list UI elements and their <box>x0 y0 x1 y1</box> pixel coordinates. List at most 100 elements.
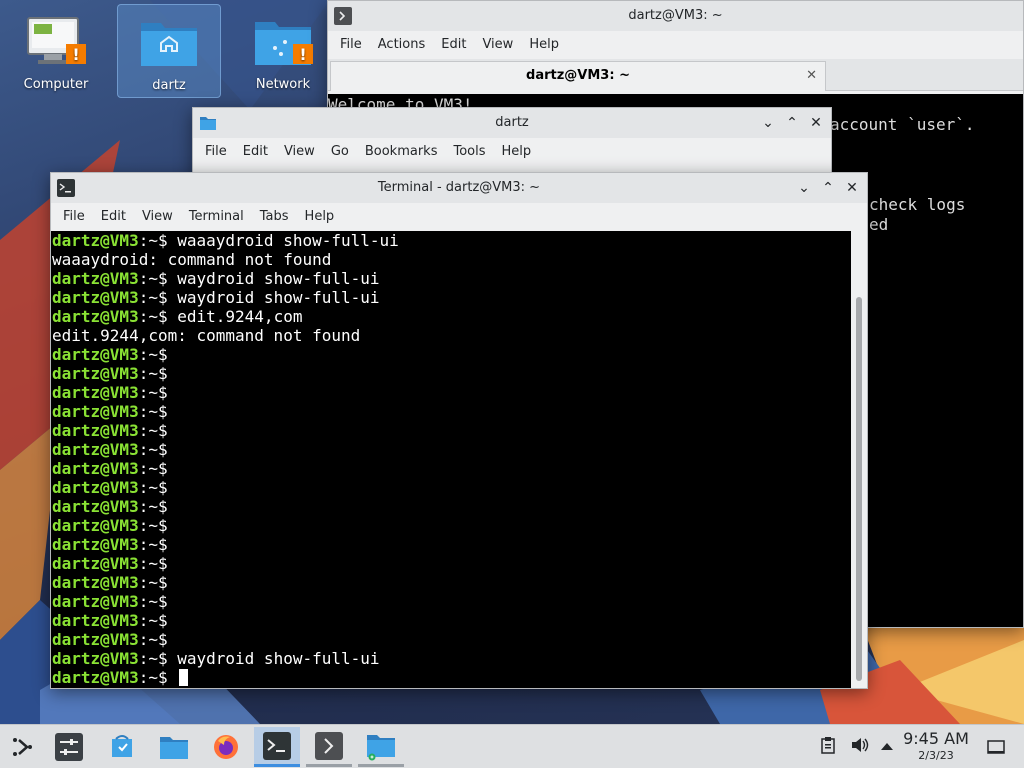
konsole-tabbar: dartz@VM3: ~ ✕ <box>328 59 1023 91</box>
tab-close-icon[interactable]: ✕ <box>806 62 817 90</box>
prompt-user-host: dartz@VM3 <box>52 497 139 516</box>
minimize-icon[interactable]: ⌄ <box>795 178 813 198</box>
command-text: waydroid show-full-ui <box>177 288 380 307</box>
terminal-line: dartz@VM3:~$ <box>52 630 399 649</box>
application-launcher[interactable] <box>0 727 46 767</box>
maximize-icon[interactable]: ⌃ <box>819 178 837 198</box>
prompt-path: :~$ <box>138 231 178 250</box>
volume-icon[interactable] <box>850 736 872 758</box>
prompt-user-host: dartz@VM3 <box>52 383 139 402</box>
prompt-path: :~$ <box>138 402 178 421</box>
taskbar-file-manager[interactable] <box>151 727 197 767</box>
desktop-icon-label: Computer <box>23 77 89 92</box>
terminal-line: waaaydroid: command not found <box>52 250 399 269</box>
menu-tools[interactable]: Tools <box>445 138 493 166</box>
terminal-line: dartz@VM3:~$ <box>52 592 399 611</box>
menu-go[interactable]: Go <box>323 138 357 166</box>
terminal-line: dartz@VM3:~$ <box>52 573 399 592</box>
prompt-path: :~$ <box>138 535 178 554</box>
desktop-icon-label: dartz <box>152 78 186 93</box>
command-text: waaaydroid show-full-ui <box>177 231 399 250</box>
menu-edit[interactable]: Edit <box>433 31 474 59</box>
window-title: dartz@VM3: ~ <box>628 8 723 23</box>
menu-view[interactable]: View <box>134 203 181 231</box>
svg-text:!: ! <box>72 45 79 64</box>
terminal-lines: dartz@VM3:~$ waaaydroid show-full-ui waaa… <box>52 231 399 687</box>
terminal-line: dartz@VM3:~$ <box>52 497 399 516</box>
desktop-icon-home-folder[interactable]: dartz <box>117 4 221 98</box>
home-folder-icon <box>137 11 201 75</box>
menu-view[interactable]: View <box>276 138 323 166</box>
digital-clock[interactable]: 9:45 AM 2/3/23 <box>896 729 976 763</box>
prompt-user-host: dartz@VM3 <box>52 630 139 649</box>
terminal-output[interactable]: dartz@VM3:~$ waaaydroid show-full-ui waaa… <box>51 231 867 688</box>
taskbar-firefox[interactable] <box>203 727 249 767</box>
file-manager-titlebar[interactable]: dartz ⌄ ⌃ ✕ <box>193 108 831 138</box>
command-text: waydroid show-full-ui <box>177 649 380 668</box>
firefox-icon <box>214 735 238 759</box>
terminal-line: dartz@VM3:~$ <box>52 421 399 440</box>
close-icon[interactable]: ✕ <box>843 178 861 198</box>
menu-file[interactable]: File <box>332 31 370 59</box>
menu-file[interactable]: File <box>197 138 235 166</box>
menu-tabs[interactable]: Tabs <box>252 203 297 231</box>
menu-view[interactable]: View <box>474 31 521 59</box>
prompt-path: :~$ <box>138 649 178 668</box>
svg-text:!: ! <box>299 45 306 64</box>
menu-edit[interactable]: Edit <box>235 138 276 166</box>
prompt-user-host: dartz@VM3 <box>52 307 139 326</box>
prompt-path: :~$ <box>138 516 178 535</box>
taskbar-system-settings[interactable] <box>46 727 92 767</box>
taskbar-konsole[interactable] <box>306 727 352 767</box>
prompt-user-host: dartz@VM3 <box>52 269 139 288</box>
prompt-user-host: dartz@VM3 <box>52 459 139 478</box>
command-text: waydroid show-full-ui <box>177 269 380 288</box>
konsole-titlebar[interactable]: dartz@VM3: ~ <box>328 1 1023 31</box>
window-title: dartz <box>495 115 529 130</box>
terminal-line: dartz@VM3:~$ <box>52 535 399 554</box>
clock-date: 2/3/23 <box>918 749 954 762</box>
terminal-line: dartz@VM3:~$ <box>52 345 399 364</box>
menu-help[interactable]: Help <box>521 31 567 59</box>
terminal-window[interactable]: Terminal - dartz@VM3: ~ ⌄ ⌃ ✕ File Edit … <box>50 172 868 689</box>
taskbar: 9:45 AM 2/3/23 <box>0 724 1024 768</box>
terminal-line: dartz@VM3:~$ waaaydroid show-full-ui <box>52 231 399 250</box>
terminal-line: dartz@VM3:~$ waydroid show-full-ui <box>52 269 399 288</box>
desktop-icon-network[interactable]: ! Network <box>231 4 335 98</box>
prompt-user-host: dartz@VM3 <box>52 554 139 573</box>
scrollbar-thumb[interactable] <box>856 297 862 681</box>
prompt-path: :~$ <box>138 440 178 459</box>
terminal-titlebar[interactable]: Terminal - dartz@VM3: ~ ⌄ ⌃ ✕ <box>51 173 867 203</box>
prompt-path: :~$ <box>138 630 178 649</box>
prompt-user-host: dartz@VM3 <box>52 364 139 383</box>
prompt-user-host: dartz@VM3 <box>52 288 139 307</box>
menu-actions[interactable]: Actions <box>370 31 434 59</box>
command-output: waaaydroid: command not found <box>52 250 332 269</box>
taskbar-terminal-active[interactable] <box>254 727 300 767</box>
show-desktop-button[interactable] <box>986 725 1006 768</box>
menu-help[interactable]: Help <box>494 138 540 166</box>
menu-bookmarks[interactable]: Bookmarks <box>357 138 446 166</box>
prompt-path: :~$ <box>138 573 178 592</box>
terminal-line: dartz@VM3:~$ waydroid show-full-ui <box>52 288 399 307</box>
prompt-path: :~$ <box>138 421 178 440</box>
prompt-user-host: dartz@VM3 <box>52 649 139 668</box>
terminal-line: account `user`. <box>830 115 975 134</box>
command-text: edit.9244,com <box>177 307 303 326</box>
desktop-icon-computer[interactable]: ! Computer <box>4 4 108 98</box>
menu-terminal[interactable]: Terminal <box>181 203 252 231</box>
minimize-icon[interactable]: ⌄ <box>759 113 777 133</box>
terminal-line: check logs <box>869 195 966 214</box>
prompt-user-host: dartz@VM3 <box>52 231 139 250</box>
menu-edit[interactable]: Edit <box>93 203 134 231</box>
show-desktop-icon <box>987 740 1005 754</box>
konsole-tab[interactable]: dartz@VM3: ~ ✕ <box>330 61 826 91</box>
taskbar-discover[interactable] <box>99 727 145 767</box>
terminal-scrollbar[interactable] <box>851 231 867 688</box>
maximize-icon[interactable]: ⌃ <box>783 113 801 133</box>
taskbar-file-manager-window[interactable] <box>358 727 404 767</box>
menu-help[interactable]: Help <box>297 203 343 231</box>
close-icon[interactable]: ✕ <box>807 113 825 133</box>
menu-file[interactable]: File <box>55 203 93 231</box>
clipboard-icon[interactable] <box>820 736 842 758</box>
